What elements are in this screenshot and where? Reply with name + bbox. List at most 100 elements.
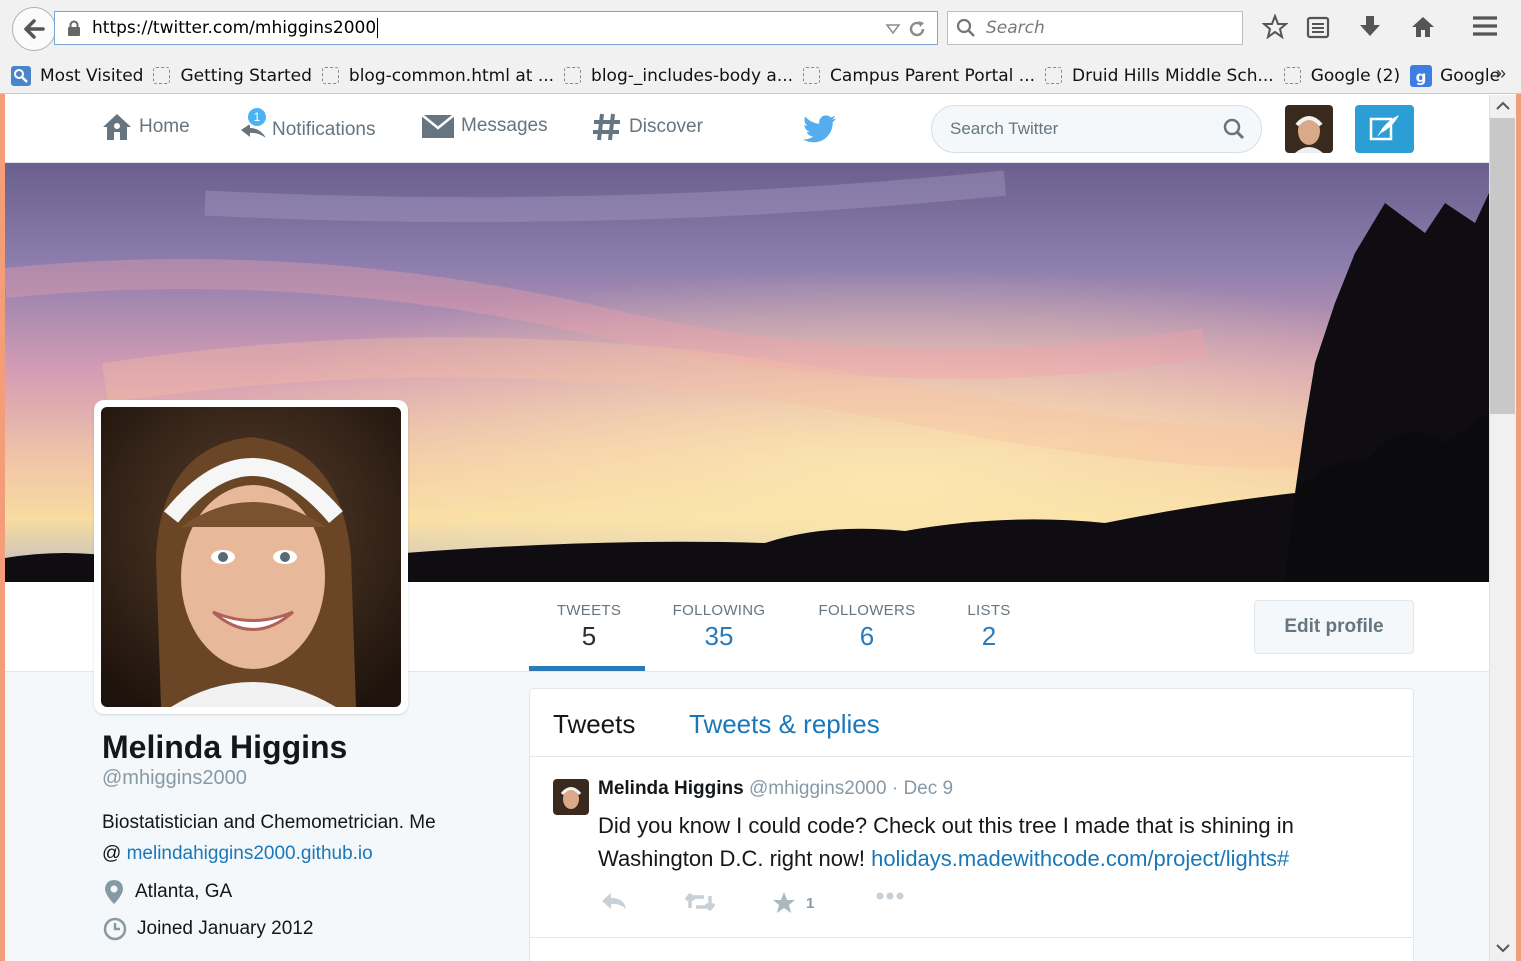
- nav-home-label: Home: [139, 116, 190, 137]
- lock-icon: [68, 20, 80, 36]
- url-bar[interactable]: https://twitter.com/mhiggins2000: [54, 11, 938, 45]
- compose-tweet-button[interactable]: [1355, 105, 1414, 153]
- bio-text: Biostatistician and Chemometrician. Me: [102, 812, 436, 833]
- reload-icon[interactable]: [907, 19, 927, 39]
- profile-avatar[interactable]: [94, 400, 408, 714]
- nav-discover[interactable]: Discover: [591, 112, 703, 142]
- bookmark-blog-includes[interactable]: blog-_includes-body a...: [564, 66, 793, 86]
- stat-tweets[interactable]: TWEETS 5: [552, 602, 626, 652]
- more-actions-button[interactable]: [875, 891, 905, 901]
- profile-name[interactable]: Melinda Higgins: [102, 729, 347, 766]
- stat-following[interactable]: FOLLOWING 35: [667, 602, 771, 652]
- stat-value: 2: [981, 621, 997, 651]
- reading-list-icon[interactable]: [1306, 14, 1330, 40]
- bookmark-campus-parent-portal[interactable]: Campus Parent Portal ...: [803, 66, 1035, 86]
- retweet-button[interactable]: [684, 891, 716, 913]
- tweet-author-name[interactable]: Melinda Higgins: [598, 778, 744, 799]
- nav-messages-label: Messages: [461, 115, 548, 136]
- nav-messages[interactable]: Messages: [421, 112, 548, 140]
- profile-joined: Joined January 2012: [103, 917, 313, 941]
- stat-label: LISTS: [967, 602, 1011, 619]
- back-arrow-icon: [24, 19, 45, 39]
- tweet-header: Melinda Higgins @mhiggins2000 · Dec 9: [598, 778, 953, 800]
- browser-search-input[interactable]: Search: [947, 11, 1243, 45]
- tweet[interactable]: Melinda Higgins @mhiggins2000 · Dec 9 Di…: [530, 757, 1413, 938]
- tweet-separator: ·: [891, 778, 899, 799]
- scroll-down-icon[interactable]: [1496, 943, 1510, 953]
- quill-compose-icon: [1369, 115, 1399, 141]
- twitter-top-nav: Home 1 Notifications Messages Discover S…: [5, 95, 1489, 163]
- home-icon[interactable]: [1410, 14, 1436, 40]
- bookmark-label: Most Visited: [40, 65, 144, 86]
- twitter-bird-icon[interactable]: [803, 115, 837, 143]
- favorite-button[interactable]: 1: [772, 891, 814, 915]
- retweet-icon: [684, 893, 716, 911]
- profile-handle[interactable]: @mhiggins2000: [102, 767, 247, 790]
- tweet-avatar[interactable]: [553, 779, 589, 815]
- profile-avatar-frame: [101, 407, 401, 707]
- page-icon: [153, 67, 171, 84]
- bookmark-label: Getting Started: [180, 65, 312, 86]
- bookmark-most-visited[interactable]: Most Visited: [10, 65, 143, 87]
- home-icon: [103, 114, 131, 140]
- star-icon: [773, 892, 795, 913]
- browser-toolbar: https://twitter.com/mhiggins2000 Search …: [0, 0, 1521, 94]
- stat-value: 5: [581, 621, 597, 651]
- bookmark-google[interactable]: g Google: [1410, 64, 1501, 87]
- bio-prefix: @: [102, 843, 127, 864]
- bookmark-label: Google (2): [1310, 65, 1401, 86]
- bookmark-google-2[interactable]: Google (2): [1283, 65, 1401, 86]
- tab-tweets-replies[interactable]: Tweets & replies: [689, 709, 880, 740]
- profile-photo: [101, 407, 401, 707]
- back-button[interactable]: [12, 7, 56, 51]
- download-icon[interactable]: [1358, 14, 1382, 40]
- stat-label: FOLLOWING: [672, 602, 766, 619]
- page-viewport: Home 1 Notifications Messages Discover S…: [5, 95, 1489, 961]
- tweet-link[interactable]: holidays.madewithcode.com/project/lights…: [871, 846, 1289, 871]
- dropdown-icon[interactable]: [885, 23, 901, 35]
- reply-button[interactable]: [600, 891, 628, 911]
- bookmark-getting-started[interactable]: Getting Started: [153, 65, 312, 86]
- stat-value: 6: [859, 621, 875, 651]
- notifications-badge: 1: [246, 106, 268, 128]
- location-text: Atlanta, GA: [135, 881, 233, 902]
- svg-text:g: g: [1416, 68, 1427, 86]
- nav-notifications[interactable]: 1 Notifications: [238, 106, 376, 148]
- browser-search-placeholder: Search: [986, 18, 1045, 38]
- clock-icon: [103, 917, 127, 941]
- nav-avatar[interactable]: [1285, 105, 1333, 153]
- scrollbar-thumb[interactable]: [1490, 118, 1515, 414]
- stat-value: 35: [704, 621, 734, 651]
- page-icon: [1283, 67, 1301, 84]
- scroll-up-icon[interactable]: [1496, 101, 1510, 111]
- nav-notifications-label: Notifications: [272, 119, 376, 140]
- page-icon: [1045, 67, 1063, 84]
- hashtag-icon: [593, 113, 620, 141]
- menu-icon[interactable]: [1472, 14, 1498, 38]
- bookmark-label: Google: [1440, 65, 1501, 86]
- bio-link[interactable]: melindahiggins2000.github.io: [127, 843, 373, 864]
- twitter-search-input[interactable]: Search Twitter: [931, 105, 1262, 153]
- google-icon: g: [1410, 64, 1433, 87]
- bookmarks-toolbar: Most Visited Getting Started blog-common…: [0, 58, 1521, 93]
- search-icon[interactable]: [1223, 118, 1245, 140]
- most-visited-icon: [11, 65, 31, 86]
- tweet-author-handle[interactable]: @mhiggins2000: [749, 778, 887, 799]
- bookmark-blog-common[interactable]: blog-common.html at ...: [321, 65, 555, 86]
- profile-bio: Biostatistician and Chemometrician. Me @…: [102, 807, 502, 869]
- tab-tweets[interactable]: Tweets: [553, 709, 635, 740]
- bookmark-label: Druid Hills Middle Sch...: [1072, 65, 1274, 86]
- nav-home[interactable]: Home: [101, 112, 190, 142]
- location-pin-icon: [105, 880, 123, 904]
- stat-lists[interactable]: LISTS 2: [963, 602, 1015, 652]
- bookmark-druid-hills[interactable]: Druid Hills Middle Sch...: [1045, 66, 1274, 86]
- edit-profile-button[interactable]: Edit profile: [1254, 600, 1414, 654]
- search-icon: [956, 18, 975, 37]
- bookmarks-overflow-chevron[interactable]: »: [1496, 63, 1506, 84]
- star-bookmark-icon[interactable]: [1262, 14, 1288, 40]
- stat-followers[interactable]: FOLLOWERS 6: [813, 602, 921, 652]
- stat-label: TWEETS: [556, 602, 622, 619]
- avatar-image: [553, 779, 589, 815]
- tweet-timestamp[interactable]: Dec 9: [903, 778, 953, 799]
- bookmark-label: blog-common.html at ...: [348, 65, 555, 86]
